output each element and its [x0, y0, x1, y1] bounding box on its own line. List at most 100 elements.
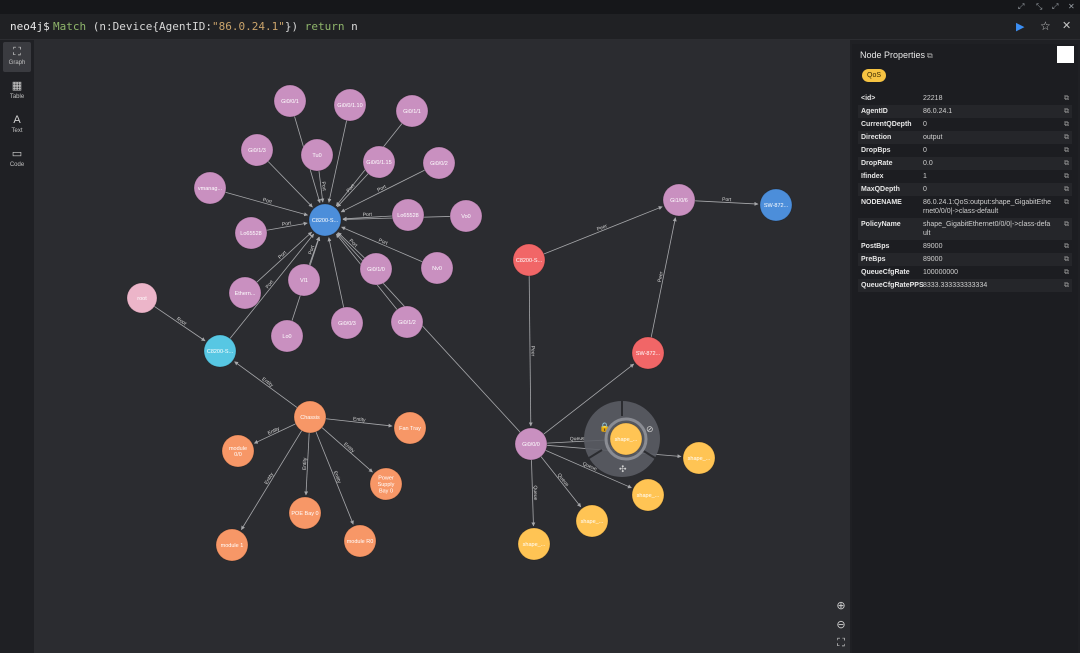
graph-node[interactable]: Fan Tray	[393, 411, 427, 445]
graph-node[interactable]: Gi0/1/2	[390, 305, 424, 339]
property-value: 86.0.24.1:QoS:output:shape_GigabitEthern…	[923, 199, 1052, 215]
node-label: Gi0/0/3	[338, 321, 356, 327]
copy-icon[interactable]: ⧉	[927, 51, 933, 60]
run-query-button[interactable]: ▶	[1016, 20, 1030, 34]
node-label: shape_...	[688, 456, 711, 462]
fit-to-screen-icon[interactable]: ⛶	[832, 634, 850, 652]
relationship-label: Queue	[570, 436, 586, 443]
graph-node[interactable]: Gi0/0/1	[273, 84, 307, 118]
graph-node[interactable]: Gi0/0/2	[422, 146, 456, 180]
zoom-in-icon[interactable]: ⊕	[832, 597, 850, 615]
nav-code-button[interactable]: ▭ Code	[3, 144, 31, 174]
property-key: NODENAME	[861, 199, 902, 206]
node-label: Lo65528	[240, 231, 261, 237]
query-editor: neo4j$ Match (n:Device{AgentID:"86.0.24.…	[0, 14, 1080, 40]
graph-node[interactable]: Lo65528	[391, 198, 425, 232]
copy-value-icon[interactable]: ⧉	[1064, 159, 1069, 168]
copy-value-icon[interactable]: ⧉	[1064, 198, 1069, 207]
close-frame-icon[interactable]: ✕	[1062, 19, 1076, 33]
relationship-label: Entity	[353, 416, 367, 423]
copy-value-icon[interactable]: ⧉	[1064, 133, 1069, 142]
property-value: 0.0	[923, 160, 933, 167]
window-close-icon[interactable]: ✕	[1068, 2, 1075, 11]
node-label-chip[interactable]: QoS	[862, 69, 887, 82]
shrink-icon[interactable]: ⤡	[1036, 2, 1042, 12]
expand-icon[interactable]: ⤢	[1052, 2, 1058, 12]
node-label: Tu0	[312, 153, 321, 159]
graph-node[interactable]: module 1	[215, 528, 249, 562]
node-label: module R0	[347, 539, 374, 545]
graph-node[interactable]: Lo65528	[234, 216, 268, 250]
relationship-label: Port	[378, 238, 389, 247]
graph-node[interactable]: Tu0	[300, 138, 334, 172]
graph-node[interactable]: shape_...	[575, 504, 609, 538]
node-label: Vl1	[300, 278, 308, 284]
graph-node[interactable]: shape_...	[631, 478, 665, 512]
graph-node[interactable]: shape_...	[604, 417, 648, 461]
copy-value-icon[interactable]: ⧉	[1064, 268, 1069, 277]
graph-node[interactable]: SW-872...	[631, 336, 665, 370]
graph-node[interactable]: Chassis	[293, 400, 327, 434]
graph-canvas[interactable]: Port Port Port Port Port Port Port Port Port Port…	[34, 40, 850, 653]
copy-value-icon[interactable]: ⧉	[1064, 172, 1069, 181]
table-icon: ▦	[11, 80, 23, 92]
graph-node[interactable]: Gi0/0/3	[330, 306, 364, 340]
nav-graph-button[interactable]: ⛶ Graph	[3, 42, 31, 72]
zoom-out-icon[interactable]: ⊖	[832, 616, 850, 634]
nav-code-label: Code	[9, 162, 25, 168]
relationship-label: Port	[262, 197, 273, 205]
relationship-label: Entity	[264, 472, 276, 486]
query-input[interactable]: Match (n:Device{AgentID:"86.0.24.1"}) re…	[53, 20, 358, 33]
graph-svg[interactable]: Port Port Port Port Port Port Port Port Port Port…	[34, 40, 850, 653]
graph-node[interactable]: Gi0/1/3	[240, 133, 274, 167]
hide-icon[interactable]: ⊘	[646, 424, 654, 434]
copy-value-icon[interactable]: ⧉	[1064, 107, 1069, 116]
graph-node[interactable]: Nv0	[420, 251, 454, 285]
property-row: PreBps 89000 ⧉	[858, 253, 1072, 266]
copy-value-icon[interactable]: ⧉	[1064, 94, 1069, 103]
copy-value-icon[interactable]: ⧉	[1064, 242, 1069, 251]
nav-text-button[interactable]: A Text	[3, 110, 31, 140]
graph-node[interactable]: Ethern...	[228, 276, 262, 310]
graph-node[interactable]: Lo0	[270, 319, 304, 353]
graph-node[interactable]: Vo0	[449, 199, 483, 233]
graph-node[interactable]: C8200-S...	[308, 203, 342, 237]
graph-node[interactable]: Power Supply Bay 0	[369, 467, 403, 501]
graph-node[interactable]: Gi1/0/6	[662, 183, 696, 217]
graph-node[interactable]: Gi0/0/1.15	[362, 145, 396, 179]
nav-graph-label: Graph	[8, 60, 26, 66]
nav-table-button[interactable]: ▦ Table	[3, 76, 31, 106]
copy-value-icon[interactable]: ⧉	[1064, 146, 1069, 155]
graph-node[interactable]: shape_...	[517, 527, 551, 561]
graph-node[interactable]: root	[126, 282, 158, 314]
graph-node[interactable]: Gi0/0/0	[514, 427, 548, 461]
graph-node[interactable]: shape_...	[682, 441, 716, 475]
expand-node-icon[interactable]: ✣	[619, 464, 627, 474]
relationship-edge[interactable]	[267, 161, 313, 208]
relationship-label: Port	[265, 279, 276, 290]
copy-value-icon[interactable]: ⧉	[1064, 255, 1069, 264]
query-token: (n:Device{AgentID:	[92, 20, 212, 33]
panel-toggle-button[interactable]	[1057, 46, 1074, 63]
favorite-star-icon[interactable]: ☆	[1040, 19, 1054, 33]
copy-value-icon[interactable]: ⧉	[1064, 185, 1069, 194]
graph-node[interactable]: C8200-S...	[203, 334, 237, 368]
copy-value-icon[interactable]: ⧉	[1064, 220, 1069, 229]
graph-node[interactable]: Gi0/0/1.10	[333, 88, 367, 122]
graph-node[interactable]: POE Bay 0	[288, 496, 322, 530]
graph-node[interactable]: Gi0/1/1	[395, 94, 429, 128]
copy-value-icon[interactable]: ⧉	[1064, 281, 1069, 290]
graph-node[interactable]: vmanag...	[193, 171, 227, 205]
pin-icon[interactable]: ⤢	[1018, 2, 1024, 12]
graph-node[interactable]: C8200-S...	[512, 243, 546, 277]
node-label-line: Bay 0	[379, 488, 393, 494]
graph-node[interactable]: module 0/0	[221, 434, 255, 468]
graph-node[interactable]: Vl1	[287, 263, 321, 297]
graph-node[interactable]: Gi0/1/0	[359, 252, 393, 286]
graph-node[interactable]: module R0	[343, 524, 377, 558]
relationship-edge[interactable]	[327, 237, 345, 308]
relationship-label: Entity	[302, 457, 309, 470]
graph-node[interactable]: SW-872...	[759, 188, 793, 222]
copy-value-icon[interactable]: ⧉	[1064, 120, 1069, 129]
node-label-line: 0/0	[234, 452, 242, 458]
